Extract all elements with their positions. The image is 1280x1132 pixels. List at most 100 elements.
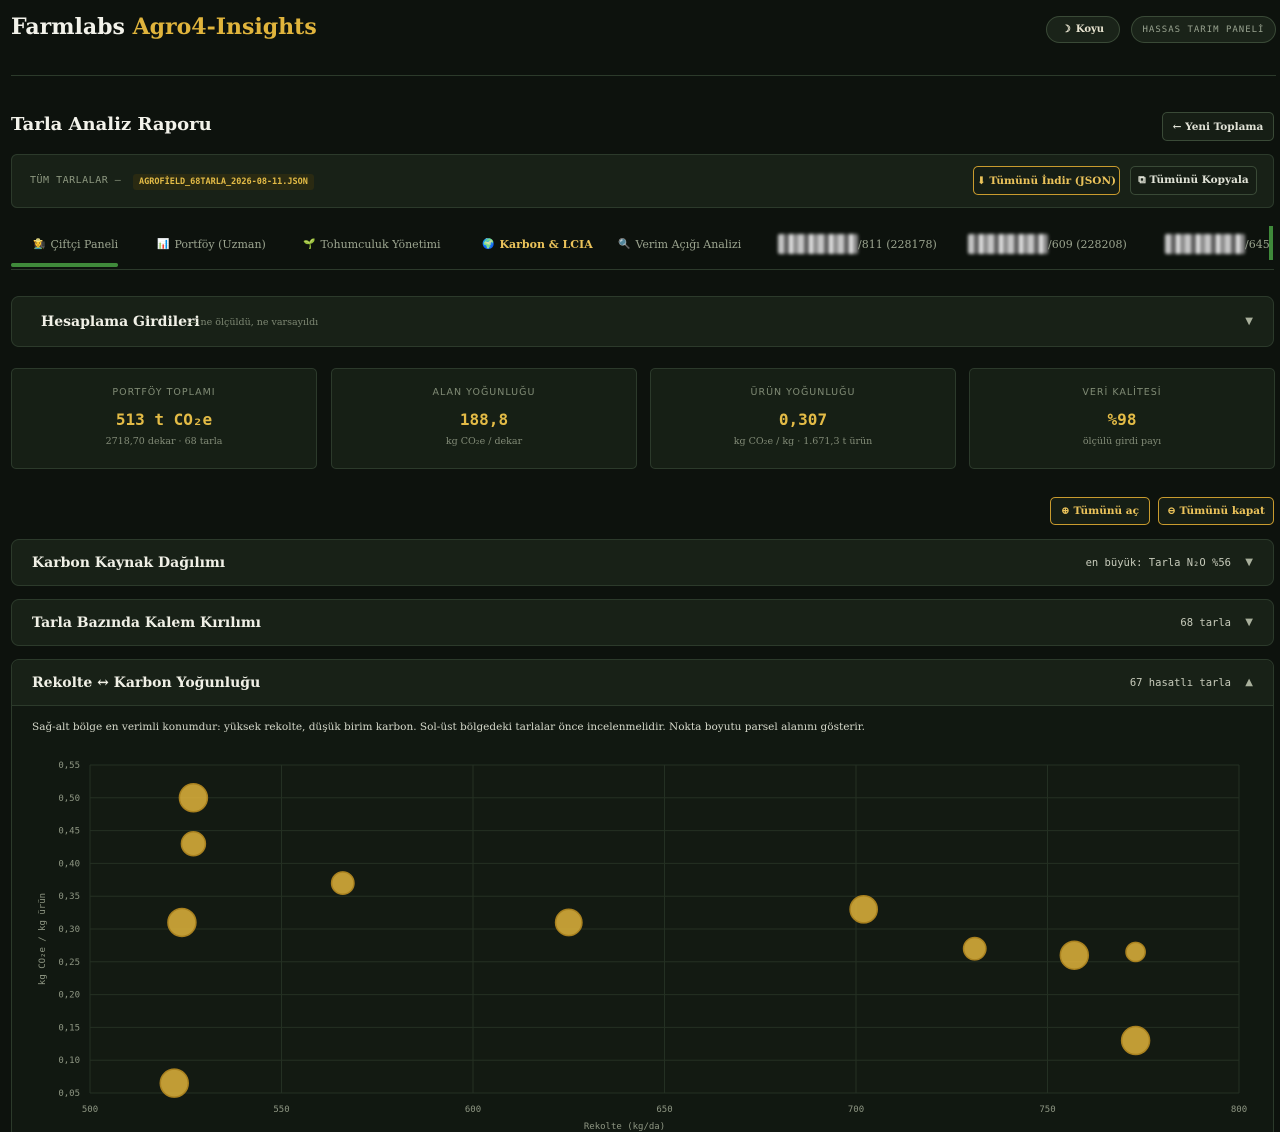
brand-name: Farmlabs <box>11 14 125 40</box>
calculation-inputs-subtitle: — ne ölçüldü, ne varsayıldı <box>188 317 319 328</box>
file-bar: TÜM TARLALAR — AGROFİELD_68TARLA_2026-08… <box>11 154 1274 208</box>
x-tick-label: 800 <box>1231 1105 1247 1115</box>
kpi-value: 0,307 <box>778 410 828 429</box>
kpi-value: %98 <box>1107 410 1137 429</box>
y-tick-label: 0,15 <box>58 1023 80 1033</box>
chevron-down-icon: ▼ <box>1245 557 1253 568</box>
yield-carbon-scatter-chart: 500 550 600 650 700 750 800 0,05 0,10 0,15 0,20 0,2… <box>38 761 1247 1132</box>
kpi-data-quality: VERİ KALİTESİ %98 ölçülü girdi payı <box>969 368 1275 469</box>
theme-label: Koyu <box>1075 24 1105 35</box>
kpi-area-intensity: ALAN YOĞUNLUĞU 188,8 kg CO₂e / dekar <box>331 368 637 469</box>
chart-icon: 📊 <box>157 239 170 250</box>
panel-badge: HASSAS TARIM PANELİ <box>1131 16 1276 43</box>
tab-label: Karbon & LCIA <box>499 238 593 251</box>
y-axis-title: kg CO₂e / kg ürün <box>38 893 48 985</box>
copy-all-button[interactable]: ⧉ Tümünü Kopyala <box>1130 166 1257 195</box>
globe-icon: 🌍 <box>482 239 495 250</box>
app-brand: Farmlabs Agro4-Insights <box>11 14 317 40</box>
section-title: Tarla Bazında Kalem Kırılımı <box>32 615 261 631</box>
expand-all-button[interactable]: ⊕ Tümünü aç <box>1050 497 1150 525</box>
tab-portfolio[interactable]: 📊 Portföy (Uzman) <box>157 238 266 251</box>
section-meta: en büyük: Tarla N₂O %56 <box>1085 557 1231 569</box>
y-tick-label: 0,10 <box>58 1056 80 1066</box>
tab-label: /811 (228178) <box>858 237 937 251</box>
magnifier-icon: 🔍 <box>618 239 631 250</box>
y-tick-label: 0,05 <box>58 1089 80 1099</box>
tab-yield-gap[interactable]: 🔍 Verim Açığı Analizi <box>618 238 741 251</box>
kpi-label: ALAN YOĞUNLUĞU <box>432 387 536 398</box>
tab-label: /645 <box>1245 237 1270 251</box>
download-all-button[interactable]: ⬇ Tümünü İndir (JSON) <box>973 166 1120 195</box>
x-tick-label: 550 <box>273 1105 289 1115</box>
section-yield-carbon: Rekolte ↔ Karbon Yoğunluğu 67 hasatlı ta… <box>11 659 1274 1132</box>
tab-field-645[interactable]: /645 <box>1165 234 1270 254</box>
redacted-field-name <box>968 234 1048 254</box>
y-tick-label: 0,40 <box>58 859 80 869</box>
data-point <box>159 1068 190 1098</box>
y-tick-label: 0,50 <box>58 794 80 804</box>
new-collection-button[interactable]: ← Yeni Toplama <box>1162 112 1274 141</box>
section-carbon-sources[interactable]: Karbon Kaynak Dağılımı en büyük: Tarla N… <box>11 539 1274 586</box>
kpi-value: 513 t CO₂e <box>115 410 213 429</box>
theme-toggle[interactable]: ☽ Koyu <box>1046 16 1120 43</box>
y-tick-label: 0,35 <box>58 892 80 902</box>
tab-scrollbar[interactable] <box>1269 226 1273 260</box>
x-tick-label: 500 <box>82 1105 98 1115</box>
y-tick-label: 0,30 <box>58 925 80 935</box>
collapse-all-button[interactable]: ⊖ Tümünü kapat <box>1158 497 1274 525</box>
section-field-breakdown[interactable]: Tarla Bazında Kalem Kırılımı 68 tarla ▼ <box>11 599 1274 646</box>
kpi-subtext: kg CO₂e / kg · 1.671,3 t ürün <box>733 436 873 447</box>
farmer-icon: 👩‍🌾 <box>33 239 46 250</box>
redacted-field-name <box>778 234 858 254</box>
kpi-value: 188,8 <box>459 410 509 429</box>
data-point <box>554 908 583 937</box>
tab-label: Tohumculuk Yönetimi <box>320 238 441 251</box>
section-meta: 68 tarla <box>1180 617 1231 629</box>
kpi-subtext: ölçülü girdi payı <box>1082 436 1162 447</box>
chevron-down-icon: ▼ <box>1245 316 1253 327</box>
data-point <box>1059 940 1090 970</box>
calculation-inputs-title: Hesaplama Girdileri <box>41 314 200 330</box>
data-point <box>167 907 197 938</box>
x-axis-title: Rekolte (kg/da) <box>584 1122 665 1132</box>
kpi-subtext: 2718,70 dekar · 68 tarla <box>105 436 223 447</box>
page-title: Tarla Analiz Raporu <box>11 114 212 135</box>
tab-label: Verim Açığı Analizi <box>635 238 742 251</box>
data-point <box>330 871 355 896</box>
kpi-subtext: kg CO₂e / dekar <box>445 436 523 447</box>
kpi-product-intensity: ÜRÜN YOĞUNLUĞU 0,307 kg CO₂e / kg · 1.67… <box>650 368 956 469</box>
moon-icon: ☽ <box>1061 24 1071 35</box>
y-tick-label: 0,25 <box>58 958 80 968</box>
kpi-portfolio-total: PORTFÖY TOPLAMI 513 t CO₂e 2718,70 dekar… <box>11 368 317 469</box>
chevron-down-icon: ▼ <box>1245 617 1253 628</box>
x-tick-label: 650 <box>656 1105 672 1115</box>
redacted-field-name <box>1165 234 1245 254</box>
tab-field-811[interactable]: /811 (228178) <box>778 234 937 254</box>
tab-farmer-panel[interactable]: 👩‍🌾 Çiftçi Paneli <box>33 238 118 251</box>
brand-product: Agro4-Insights <box>132 14 317 40</box>
data-point <box>849 894 879 924</box>
tab-field-609[interactable]: /609 (228208) <box>968 234 1127 254</box>
tab-bar: 👩‍🌾 Çiftçi Paneli 📊 Portföy (Uzman) 🌱 To… <box>11 226 1274 270</box>
data-point <box>178 783 209 813</box>
file-bar-label: TÜM TARLALAR — <box>30 175 122 186</box>
app-header: Farmlabs Agro4-Insights ☽ Koyu HASSAS TA… <box>11 0 1276 76</box>
kpi-label: ÜRÜN YOĞUNLUĞU <box>750 387 856 398</box>
data-point <box>1125 941 1146 963</box>
seedling-icon: 🌱 <box>303 239 316 250</box>
section-title: Karbon Kaynak Dağılımı <box>32 555 226 571</box>
kpi-label: PORTFÖY TOPLAMI <box>112 387 216 398</box>
calculation-inputs-panel[interactable]: Hesaplama Girdileri — ne ölçüldü, ne var… <box>11 296 1274 347</box>
file-name-badge: AGROFİELD_68TARLA_2026-08-11.JSON <box>133 174 314 190</box>
data-point <box>1120 1025 1151 1056</box>
x-tick-label: 700 <box>848 1105 864 1115</box>
active-tab-indicator <box>11 263 118 267</box>
tab-seed-management[interactable]: 🌱 Tohumculuk Yönetimi <box>303 238 441 251</box>
x-tick-label: 600 <box>465 1105 481 1115</box>
data-point <box>180 830 207 857</box>
tab-label: Çiftçi Paneli <box>50 238 119 251</box>
tab-carbon-lcia[interactable]: 🌍 Karbon & LCIA <box>482 238 593 251</box>
y-tick-label: 0,55 <box>58 761 80 771</box>
data-point <box>962 936 987 961</box>
y-tick-label: 0,45 <box>58 827 80 837</box>
